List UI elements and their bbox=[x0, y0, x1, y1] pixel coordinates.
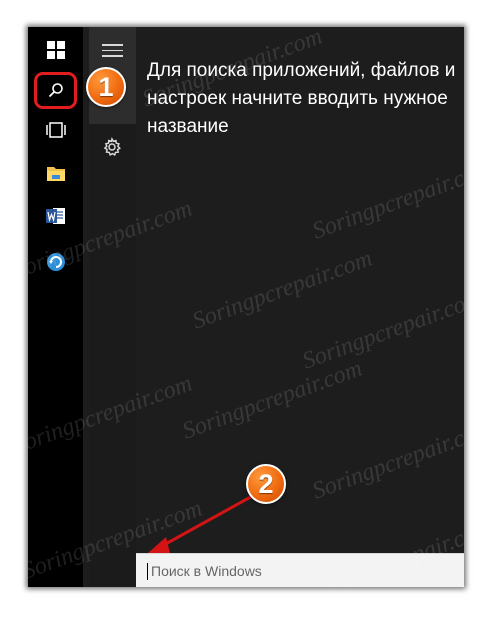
step-1-badge: 1 bbox=[86, 67, 126, 107]
search-icon[interactable] bbox=[45, 79, 67, 101]
start-menu-rail bbox=[89, 27, 136, 587]
taskbar bbox=[28, 27, 83, 587]
task-view-icon[interactable] bbox=[45, 119, 67, 141]
text-caret bbox=[147, 563, 148, 580]
step-2-badge: 2 bbox=[246, 464, 286, 504]
hamburger-menu-icon[interactable] bbox=[102, 44, 123, 58]
windows-logo-icon[interactable] bbox=[45, 39, 67, 61]
word-icon[interactable] bbox=[45, 205, 67, 227]
file-explorer-icon[interactable] bbox=[45, 162, 67, 184]
search-placeholder: Поиск в Windows bbox=[151, 563, 262, 579]
settings-gear-icon[interactable] bbox=[102, 137, 122, 157]
start-menu-window: Для поиска приложений, файлов и настроек… bbox=[28, 27, 464, 587]
